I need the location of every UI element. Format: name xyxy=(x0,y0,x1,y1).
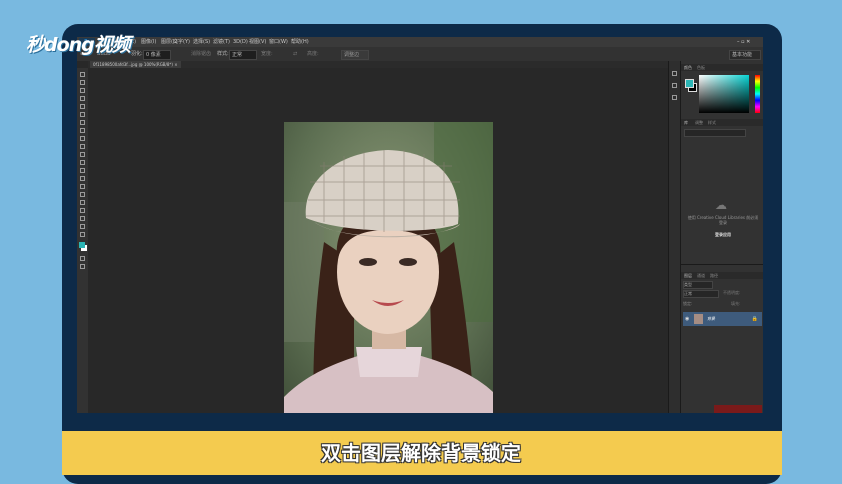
lasso-tool-icon[interactable] xyxy=(80,88,85,93)
opacity-label: 不透明度: xyxy=(723,290,741,295)
marquee-tool-icon[interactable] xyxy=(80,80,85,85)
document-tab[interactable]: 0f11898500afd3f...jpg @ 100%(RGB/8*) × xyxy=(90,61,181,68)
color-panel-tabs: 颜色 色板 xyxy=(681,64,763,71)
tab-color[interactable]: 颜色 xyxy=(684,64,692,71)
library-select[interactable] xyxy=(684,129,746,137)
move-tool-icon[interactable] xyxy=(80,72,85,77)
caption-text: 双击图层解除背景锁定 xyxy=(321,441,521,465)
color-picker-field[interactable] xyxy=(699,75,749,113)
tab-paths[interactable]: 路径 xyxy=(710,272,718,279)
clone-stamp-tool-icon[interactable] xyxy=(80,136,85,141)
eraser-tool-icon[interactable] xyxy=(80,152,85,157)
menu-select[interactable]: 选择(S) xyxy=(193,37,210,47)
character-panel-icon[interactable] xyxy=(672,95,677,100)
properties-panel-icon[interactable] xyxy=(672,83,677,88)
blur-tool-icon[interactable] xyxy=(80,168,85,173)
fill-label: 填充: xyxy=(731,301,741,306)
document-tab-bar: 0f11898500afd3f...jpg @ 100%(RGB/8*) × xyxy=(88,61,668,68)
window-controls[interactable]: – ▫ ✕ xyxy=(737,37,750,47)
menu-type[interactable]: 文字(Y) xyxy=(173,37,190,47)
corner-decoration xyxy=(714,405,762,413)
quick-select-tool-icon[interactable] xyxy=(80,96,85,101)
foreground-color-swatch[interactable] xyxy=(79,242,85,248)
tab-channels[interactable]: 通道 xyxy=(697,272,705,279)
menu-view[interactable]: 视图(V) xyxy=(249,37,266,47)
screen-mode-icon[interactable] xyxy=(80,264,85,269)
feather-input[interactable]: 0 像素 xyxy=(143,50,171,60)
lock-label: 锁定: xyxy=(683,301,693,306)
options-bar: ▭▾ ▫▫▫▫ 羽化: 0 像素 消除锯齿 样式: 正常 宽度: ⇄ 高度: 调… xyxy=(77,47,763,72)
document-tab-label: 0f11898500afd3f...jpg @ 100%(RGB/8*) xyxy=(93,62,173,67)
lock-icon[interactable]: 🔒 xyxy=(752,312,758,326)
style-label: 样式: xyxy=(217,51,229,57)
pen-tool-icon[interactable] xyxy=(80,184,85,189)
height-label: 高度: xyxy=(307,51,319,57)
blend-mode-select[interactable]: 正常 xyxy=(683,290,719,298)
workspace-select[interactable]: 基本功能 xyxy=(729,50,761,60)
path-select-tool-icon[interactable] xyxy=(80,200,85,205)
dodge-tool-icon[interactable] xyxy=(80,176,85,181)
history-panel-icon[interactable] xyxy=(672,71,677,76)
type-tool-icon[interactable] xyxy=(80,192,85,197)
layer-name[interactable]: 背景 xyxy=(707,312,715,326)
tab-swatches[interactable]: 色板 xyxy=(697,64,705,71)
zoom-tool-icon[interactable] xyxy=(80,224,85,229)
layers-panel-tabs: 图层 通道 路径 xyxy=(681,272,763,279)
more-tools-icon[interactable] xyxy=(80,232,85,237)
feather-label: 羽化: xyxy=(131,51,143,57)
crop-tool-icon[interactable] xyxy=(80,104,85,109)
menu-window[interactable]: 窗口(W) xyxy=(269,37,288,47)
cc-login-button[interactable]: 登录应用 xyxy=(687,232,759,237)
hue-slider[interactable] xyxy=(755,75,760,113)
antialias-checkbox[interactable]: 消除锯齿 xyxy=(191,47,211,61)
photoshop-window: Ps 文件(F) 编辑(E) 图像(I) 图层(L) 文字(Y) 选择(S) 滤… xyxy=(77,37,763,413)
layer-filter-select[interactable]: 类型 xyxy=(683,281,713,289)
quick-mask-icon[interactable] xyxy=(80,256,85,261)
brush-tool-icon[interactable] xyxy=(80,128,85,133)
tab-styles[interactable]: 样式 xyxy=(708,119,716,126)
menu-3d[interactable]: 3D(D) xyxy=(233,37,248,47)
document-photo xyxy=(284,122,493,413)
tab-adjustments[interactable]: 调整 xyxy=(695,119,703,126)
gradient-tool-icon[interactable] xyxy=(80,160,85,165)
menu-filter[interactable]: 滤镜(T) xyxy=(213,37,230,47)
menu-image[interactable]: 图像(I) xyxy=(141,37,156,47)
hand-tool-icon[interactable] xyxy=(80,216,85,221)
eye-icon[interactable]: ◉ xyxy=(685,312,689,326)
tools-panel xyxy=(77,68,88,413)
right-panels: 颜色 色板 库 调整 样式 ☁ 使用 Creative Cloud Librar… xyxy=(680,61,763,413)
cc-login-message: 使用 Creative Cloud Libraries 前必须登录 xyxy=(687,215,759,225)
portrait-image xyxy=(284,122,493,413)
layer-thumbnail xyxy=(694,314,703,324)
layer-row-background[interactable]: ◉ 背景 🔒 xyxy=(683,312,762,326)
creative-cloud-icon: ☁ xyxy=(715,198,727,212)
style-select[interactable]: 正常 xyxy=(229,50,257,60)
adjust-panel-tabs: 库 调整 样式 xyxy=(681,119,763,126)
menu-help[interactable]: 帮助(H) xyxy=(291,37,309,47)
tab-layers[interactable]: 图层 xyxy=(684,272,692,279)
width-label: 宽度: xyxy=(261,51,273,57)
refine-edge-button[interactable]: 调整边缘... xyxy=(341,50,369,72)
history-brush-tool-icon[interactable] xyxy=(80,144,85,149)
foreground-color-chip[interactable] xyxy=(685,79,694,88)
close-icon[interactable]: × xyxy=(174,62,177,67)
library-footer-icons xyxy=(681,264,763,272)
site-logo: 秒dong视频 xyxy=(26,34,131,56)
tab-libraries[interactable]: 库 xyxy=(684,119,688,126)
healing-brush-tool-icon[interactable] xyxy=(80,120,85,125)
swap-icon[interactable]: ⇄ xyxy=(293,47,297,61)
canvas-area[interactable] xyxy=(88,68,668,413)
shape-tool-icon[interactable] xyxy=(80,208,85,213)
menu-bar: Ps 文件(F) 编辑(E) 图像(I) 图层(L) 文字(Y) 选择(S) 滤… xyxy=(77,37,763,47)
eyedropper-tool-icon[interactable] xyxy=(80,112,85,117)
